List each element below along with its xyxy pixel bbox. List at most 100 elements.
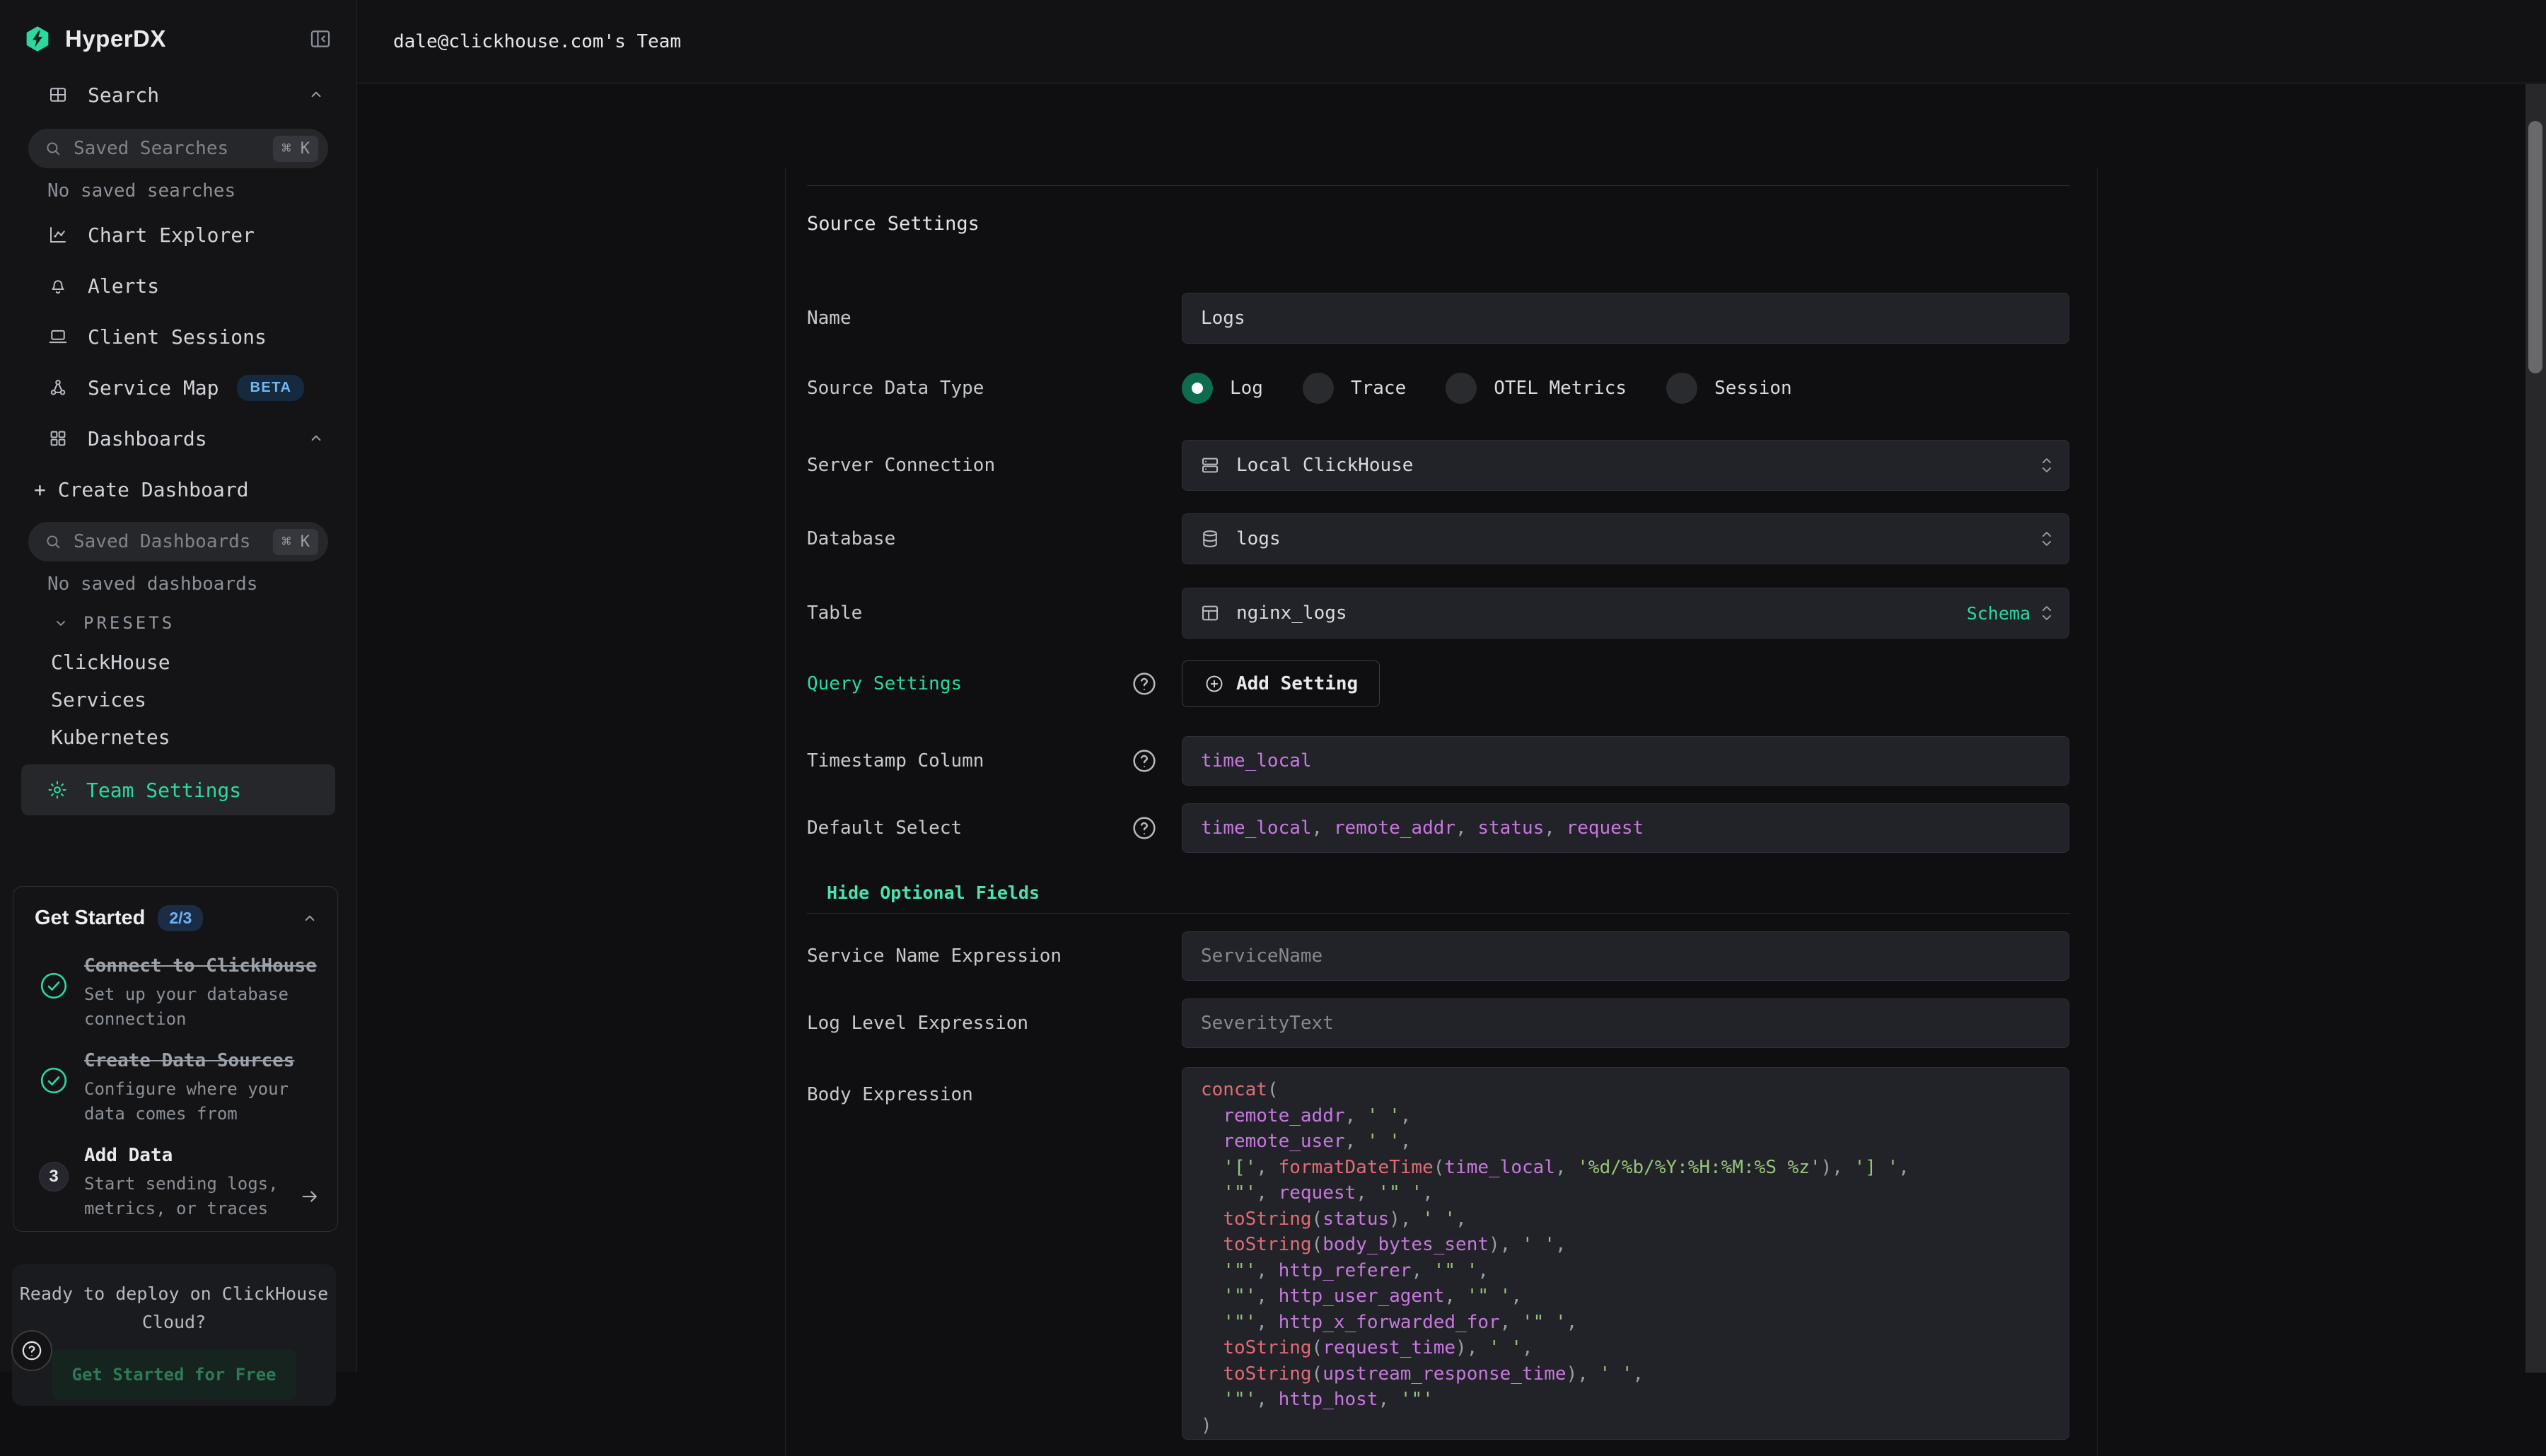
chart-icon xyxy=(47,224,69,245)
sidebar-item-service-map[interactable]: Service Map BETA xyxy=(0,362,356,413)
arrow-right-icon[interactable] xyxy=(299,1186,320,1207)
get-started-card: Get Started 2/3 Connect to ClickHouse Se… xyxy=(13,886,338,1232)
select-chevrons-icon xyxy=(2040,454,2053,477)
get-started-free-button[interactable]: Get Started for Free xyxy=(52,1349,296,1400)
radio-option-otel-metrics[interactable]: OTEL Metrics xyxy=(1446,373,1627,404)
server-connection-select[interactable]: Local ClickHouse xyxy=(1182,440,2069,491)
search-icon xyxy=(44,139,62,158)
saved-dashboards-input[interactable] xyxy=(74,531,273,552)
add-setting-button[interactable]: Add Setting xyxy=(1182,660,1380,707)
select-chevrons-icon xyxy=(2040,602,2053,624)
scrollbar-thumb[interactable] xyxy=(2528,121,2542,373)
radio-label: Trace xyxy=(1351,378,1406,399)
sidebar-item-alerts[interactable]: Alerts xyxy=(0,260,356,311)
topbar: dale@clickhouse.com's Team xyxy=(357,0,2546,83)
database-icon xyxy=(1199,528,1221,549)
saved-searches-input[interactable] xyxy=(74,138,273,159)
step-number: 3 xyxy=(39,1162,69,1192)
get-started-step-1: Connect to ClickHouse Set up your databa… xyxy=(13,937,337,1032)
default-select-row: Default Select time_local, remote_addr, … xyxy=(786,803,2070,853)
preset-item-kubernetes[interactable]: Kubernetes xyxy=(0,718,356,756)
body-expression-label: Body Expression xyxy=(807,1067,973,1440)
default-select-value: time_local, remote_addr, status, request xyxy=(1201,817,1644,839)
help-circle-icon[interactable] xyxy=(1130,670,1158,698)
table-select[interactable]: nginx_logs Schema xyxy=(1182,588,2069,639)
preset-item-services[interactable]: Services xyxy=(0,681,356,718)
radio-label: Log xyxy=(1230,378,1263,399)
service-name-input[interactable] xyxy=(1182,931,2069,981)
server-connection-value: Local ClickHouse xyxy=(1236,455,1413,476)
body-expression-code[interactable]: concat( remote_addr, ' ', remote_user, '… xyxy=(1182,1067,2069,1440)
server-connection-label: Server Connection xyxy=(807,440,995,491)
service-name-row: Service Name Expression xyxy=(786,931,2070,981)
radio-unselected-icon xyxy=(1446,373,1477,404)
team-settings-label: Team Settings xyxy=(86,779,241,802)
sidebar-item-dashboards[interactable]: Dashboards xyxy=(0,413,356,464)
gear-icon xyxy=(47,779,68,800)
presets-toggle[interactable]: PRESETS xyxy=(0,602,356,643)
radio-label: OTEL Metrics xyxy=(1494,378,1627,399)
saved-dashboards-search[interactable]: ⌘ K xyxy=(28,522,328,561)
collapse-sidebar-icon[interactable] xyxy=(308,27,332,51)
database-select[interactable]: logs xyxy=(1182,513,2069,564)
plus-circle-icon xyxy=(1204,673,1225,694)
hide-optional-fields-link[interactable]: Hide Optional Fields xyxy=(827,883,1040,903)
sidebar-item-search[interactable]: Search xyxy=(0,68,356,122)
step-description: Start sending logs, metrics, or traces xyxy=(84,1172,318,1221)
bell-icon xyxy=(47,275,69,296)
radio-option-trace[interactable]: Trace xyxy=(1303,373,1406,404)
help-circle-icon[interactable] xyxy=(1130,747,1158,775)
sidebar-item-chart-explorer[interactable]: Chart Explorer xyxy=(0,209,356,260)
radio-option-log[interactable]: Log xyxy=(1182,373,1263,404)
chevron-up-icon[interactable] xyxy=(301,909,319,928)
scrollbar-track[interactable] xyxy=(2525,84,2546,1373)
default-select-input[interactable]: time_local, remote_addr, status, request xyxy=(1182,803,2069,853)
saved-searches-search[interactable]: ⌘ K xyxy=(28,129,328,168)
table-icon xyxy=(1199,602,1221,624)
table-value: nginx_logs xyxy=(1236,602,1347,624)
timestamp-column-input[interactable]: time_local xyxy=(1182,736,2069,786)
create-dashboard-button[interactable]: + Create Dashboard xyxy=(0,464,356,515)
radio-selected-icon xyxy=(1182,373,1213,404)
step-title: Add Data xyxy=(84,1145,319,1166)
help-button[interactable] xyxy=(11,1330,52,1371)
log-level-input[interactable] xyxy=(1182,998,2069,1048)
divider xyxy=(807,913,2070,914)
server-icon xyxy=(1199,455,1221,476)
preset-label: Services xyxy=(51,688,146,711)
body-expression-row: Body Expression concat( remote_addr, ' '… xyxy=(786,1067,2070,1440)
sidebar-item-team-settings[interactable]: Team Settings xyxy=(21,764,335,815)
team-name-title: dale@clickhouse.com's Team xyxy=(393,31,681,52)
cmd-k-shortcut: ⌘ K xyxy=(273,136,318,162)
cmd-k-shortcut: ⌘ K xyxy=(273,529,318,555)
step-title: Create Data Sources xyxy=(84,1050,319,1071)
name-row: Name xyxy=(786,293,2070,344)
select-chevrons-icon xyxy=(2040,528,2053,550)
preset-item-clickhouse[interactable]: ClickHouse xyxy=(0,643,356,681)
name-input[interactable] xyxy=(1182,293,2069,344)
beta-badge: BETA xyxy=(237,375,304,401)
preset-label: Kubernetes xyxy=(51,726,170,749)
chevron-down-icon xyxy=(52,615,69,631)
presets-label: PRESETS xyxy=(83,613,175,633)
laptop-icon xyxy=(47,326,69,347)
get-started-step-2: Create Data Sources Configure where your… xyxy=(13,1032,337,1126)
step-description: Set up your database connection xyxy=(84,982,318,1032)
radio-unselected-icon xyxy=(1303,373,1334,404)
step-description: Configure where your data comes from xyxy=(84,1077,318,1126)
help-circle-icon[interactable] xyxy=(1130,814,1158,842)
schema-link[interactable]: Schema xyxy=(1967,603,2030,624)
table-label: Table xyxy=(807,588,862,639)
get-started-step-3[interactable]: 3 Add Data Start sending logs, metrics, … xyxy=(13,1126,337,1221)
cloud-text-line2: Cloud? xyxy=(12,1308,336,1336)
database-label: Database xyxy=(807,513,895,564)
chevron-up-icon[interactable] xyxy=(307,429,325,448)
chevron-up-icon[interactable] xyxy=(307,86,325,104)
clickhouse-cloud-card: Ready to deploy on ClickHouse Cloud? Get… xyxy=(12,1264,336,1406)
timestamp-column-value: time_local xyxy=(1201,750,1312,771)
step-title: Connect to ClickHouse xyxy=(84,955,319,977)
query-settings-label: Query Settings xyxy=(807,660,962,707)
table-row: Table nginx_logs Schema xyxy=(786,588,2070,639)
sidebar-item-client-sessions[interactable]: Client Sessions xyxy=(0,311,356,362)
radio-option-session[interactable]: Session xyxy=(1666,373,1792,404)
